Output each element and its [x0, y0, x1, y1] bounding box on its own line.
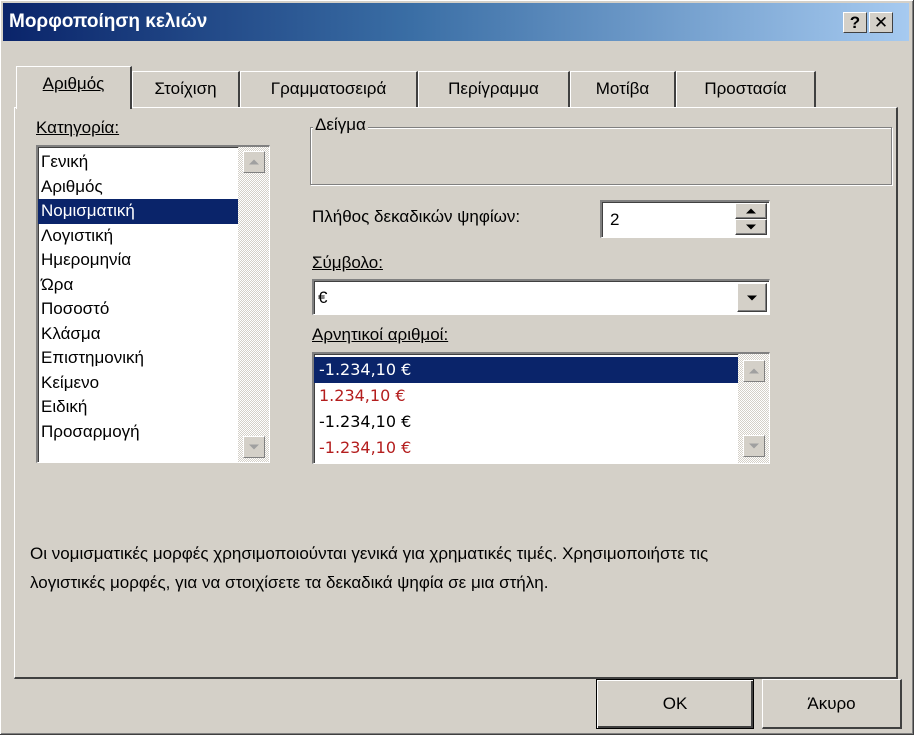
- chevron-down-icon: [746, 224, 756, 230]
- tab-number[interactable]: Αριθμός: [16, 66, 132, 109]
- category-listbox[interactable]: Γενική Αριθμός Νομισματική Λογιστική Ημε…: [36, 145, 270, 463]
- tab-patterns[interactable]: Μοτίβα: [570, 71, 676, 107]
- window-title: Μορφοποίηση κελιών: [9, 11, 208, 32]
- description-line-2: λογιστικές μορφές, για να στοιχίσετε τα …: [30, 573, 549, 592]
- negative-format-item[interactable]: -1.234,10 €: [314, 357, 738, 383]
- tab-alignment-label: Στοίχιση: [154, 79, 217, 98]
- tab-number-label: Αριθμός: [42, 74, 105, 93]
- spin-down-button[interactable]: [735, 219, 767, 235]
- help-icon: ?: [849, 13, 861, 32]
- chevron-up-icon: [249, 159, 259, 165]
- negative-numbers-scrollbar[interactable]: [738, 354, 769, 463]
- list-item[interactable]: Γενική: [38, 150, 238, 175]
- tab-patterns-label: Μοτίβα: [595, 79, 650, 98]
- sample-label: Δείγμα: [313, 115, 368, 135]
- category-label: Κατηγορία:: [36, 118, 120, 137]
- help-button[interactable]: ?: [843, 12, 867, 33]
- tab-protection-label: Προστασία: [704, 79, 787, 98]
- negative-numbers-label: Αρνητικοί αριθμοί:: [312, 325, 449, 344]
- negative-numbers-list: -1.234,10 € 1.234,10 € -1.234,10 € -1.23…: [314, 357, 738, 461]
- tab-protection[interactable]: Προστασία: [676, 71, 816, 107]
- list-item[interactable]: Ημερομηνία: [38, 248, 238, 273]
- decimal-places-spinner[interactable]: 2: [600, 200, 770, 238]
- tab-font-label: Γραμματοσειρά: [270, 79, 387, 98]
- scroll-down-button[interactable]: [743, 435, 765, 457]
- decimal-places-value[interactable]: 2: [610, 210, 619, 230]
- format-cells-dialog: Μορφοποίηση κελιών ? ✕ Αριθμός Στοίχιση …: [0, 0, 914, 735]
- close-button[interactable]: ✕: [869, 12, 893, 33]
- list-item[interactable]: Λογιστική: [38, 224, 238, 249]
- symbol-value: €: [318, 288, 328, 307]
- chevron-up-icon: [749, 368, 759, 374]
- tab-border-label: Περίγραμμα: [448, 79, 539, 98]
- category-scrollbar[interactable]: [238, 147, 269, 462]
- list-item-selected[interactable]: Νομισματική: [38, 199, 238, 224]
- ok-button[interactable]: OK: [596, 679, 754, 729]
- list-item[interactable]: Ώρα: [38, 273, 238, 298]
- title-bar: Μορφοποίηση κελιών ? ✕: [3, 3, 909, 41]
- list-item[interactable]: Επιστημονική: [38, 346, 238, 371]
- spin-up-button[interactable]: [735, 203, 767, 219]
- tab-font[interactable]: Γραμματοσειρά: [240, 71, 418, 107]
- dropdown-button[interactable]: [737, 283, 767, 312]
- list-item[interactable]: Προσαρμογή: [38, 420, 238, 445]
- format-description: Οι νομισματικές μορφές χρησιμοποιούνται …: [30, 539, 900, 597]
- symbol-label: Σύμβολο:: [312, 253, 383, 272]
- scroll-down-button[interactable]: [243, 436, 265, 458]
- tab-alignment[interactable]: Στοίχιση: [132, 71, 240, 107]
- negative-format-item[interactable]: -1.234,10 €: [314, 409, 738, 435]
- negative-format-item[interactable]: -1.234,10 €: [314, 435, 738, 461]
- scroll-up-button[interactable]: [243, 151, 265, 173]
- symbol-dropdown[interactable]: €: [312, 279, 770, 315]
- chevron-down-icon: [749, 443, 759, 449]
- list-item[interactable]: Κείμενο: [38, 371, 238, 396]
- tab-border[interactable]: Περίγραμμα: [418, 71, 570, 107]
- chevron-down-icon: [747, 295, 757, 300]
- list-item[interactable]: Ποσοστό: [38, 297, 238, 322]
- list-item[interactable]: Ειδική: [38, 395, 238, 420]
- sample-groupbox: Δείγμα: [310, 115, 892, 185]
- negative-format-item[interactable]: 1.234,10 €: [314, 383, 738, 409]
- decimal-places-label: Πλήθος δεκαδικών ψηφίων:: [312, 207, 521, 226]
- cancel-button[interactable]: Άκυρο: [762, 679, 902, 729]
- chevron-down-icon: [249, 444, 259, 450]
- scroll-up-button[interactable]: [743, 360, 765, 382]
- category-list: Γενική Αριθμός Νομισματική Λογιστική Ημε…: [38, 150, 238, 444]
- negative-numbers-listbox[interactable]: -1.234,10 € 1.234,10 € -1.234,10 € -1.23…: [312, 352, 770, 464]
- close-icon: ✕: [873, 13, 889, 32]
- description-line-1: Οι νομισματικές μορφές χρησιμοποιούνται …: [30, 544, 709, 563]
- chevron-up-icon: [746, 208, 756, 214]
- list-item[interactable]: Κλάσμα: [38, 322, 238, 347]
- list-item[interactable]: Αριθμός: [38, 175, 238, 200]
